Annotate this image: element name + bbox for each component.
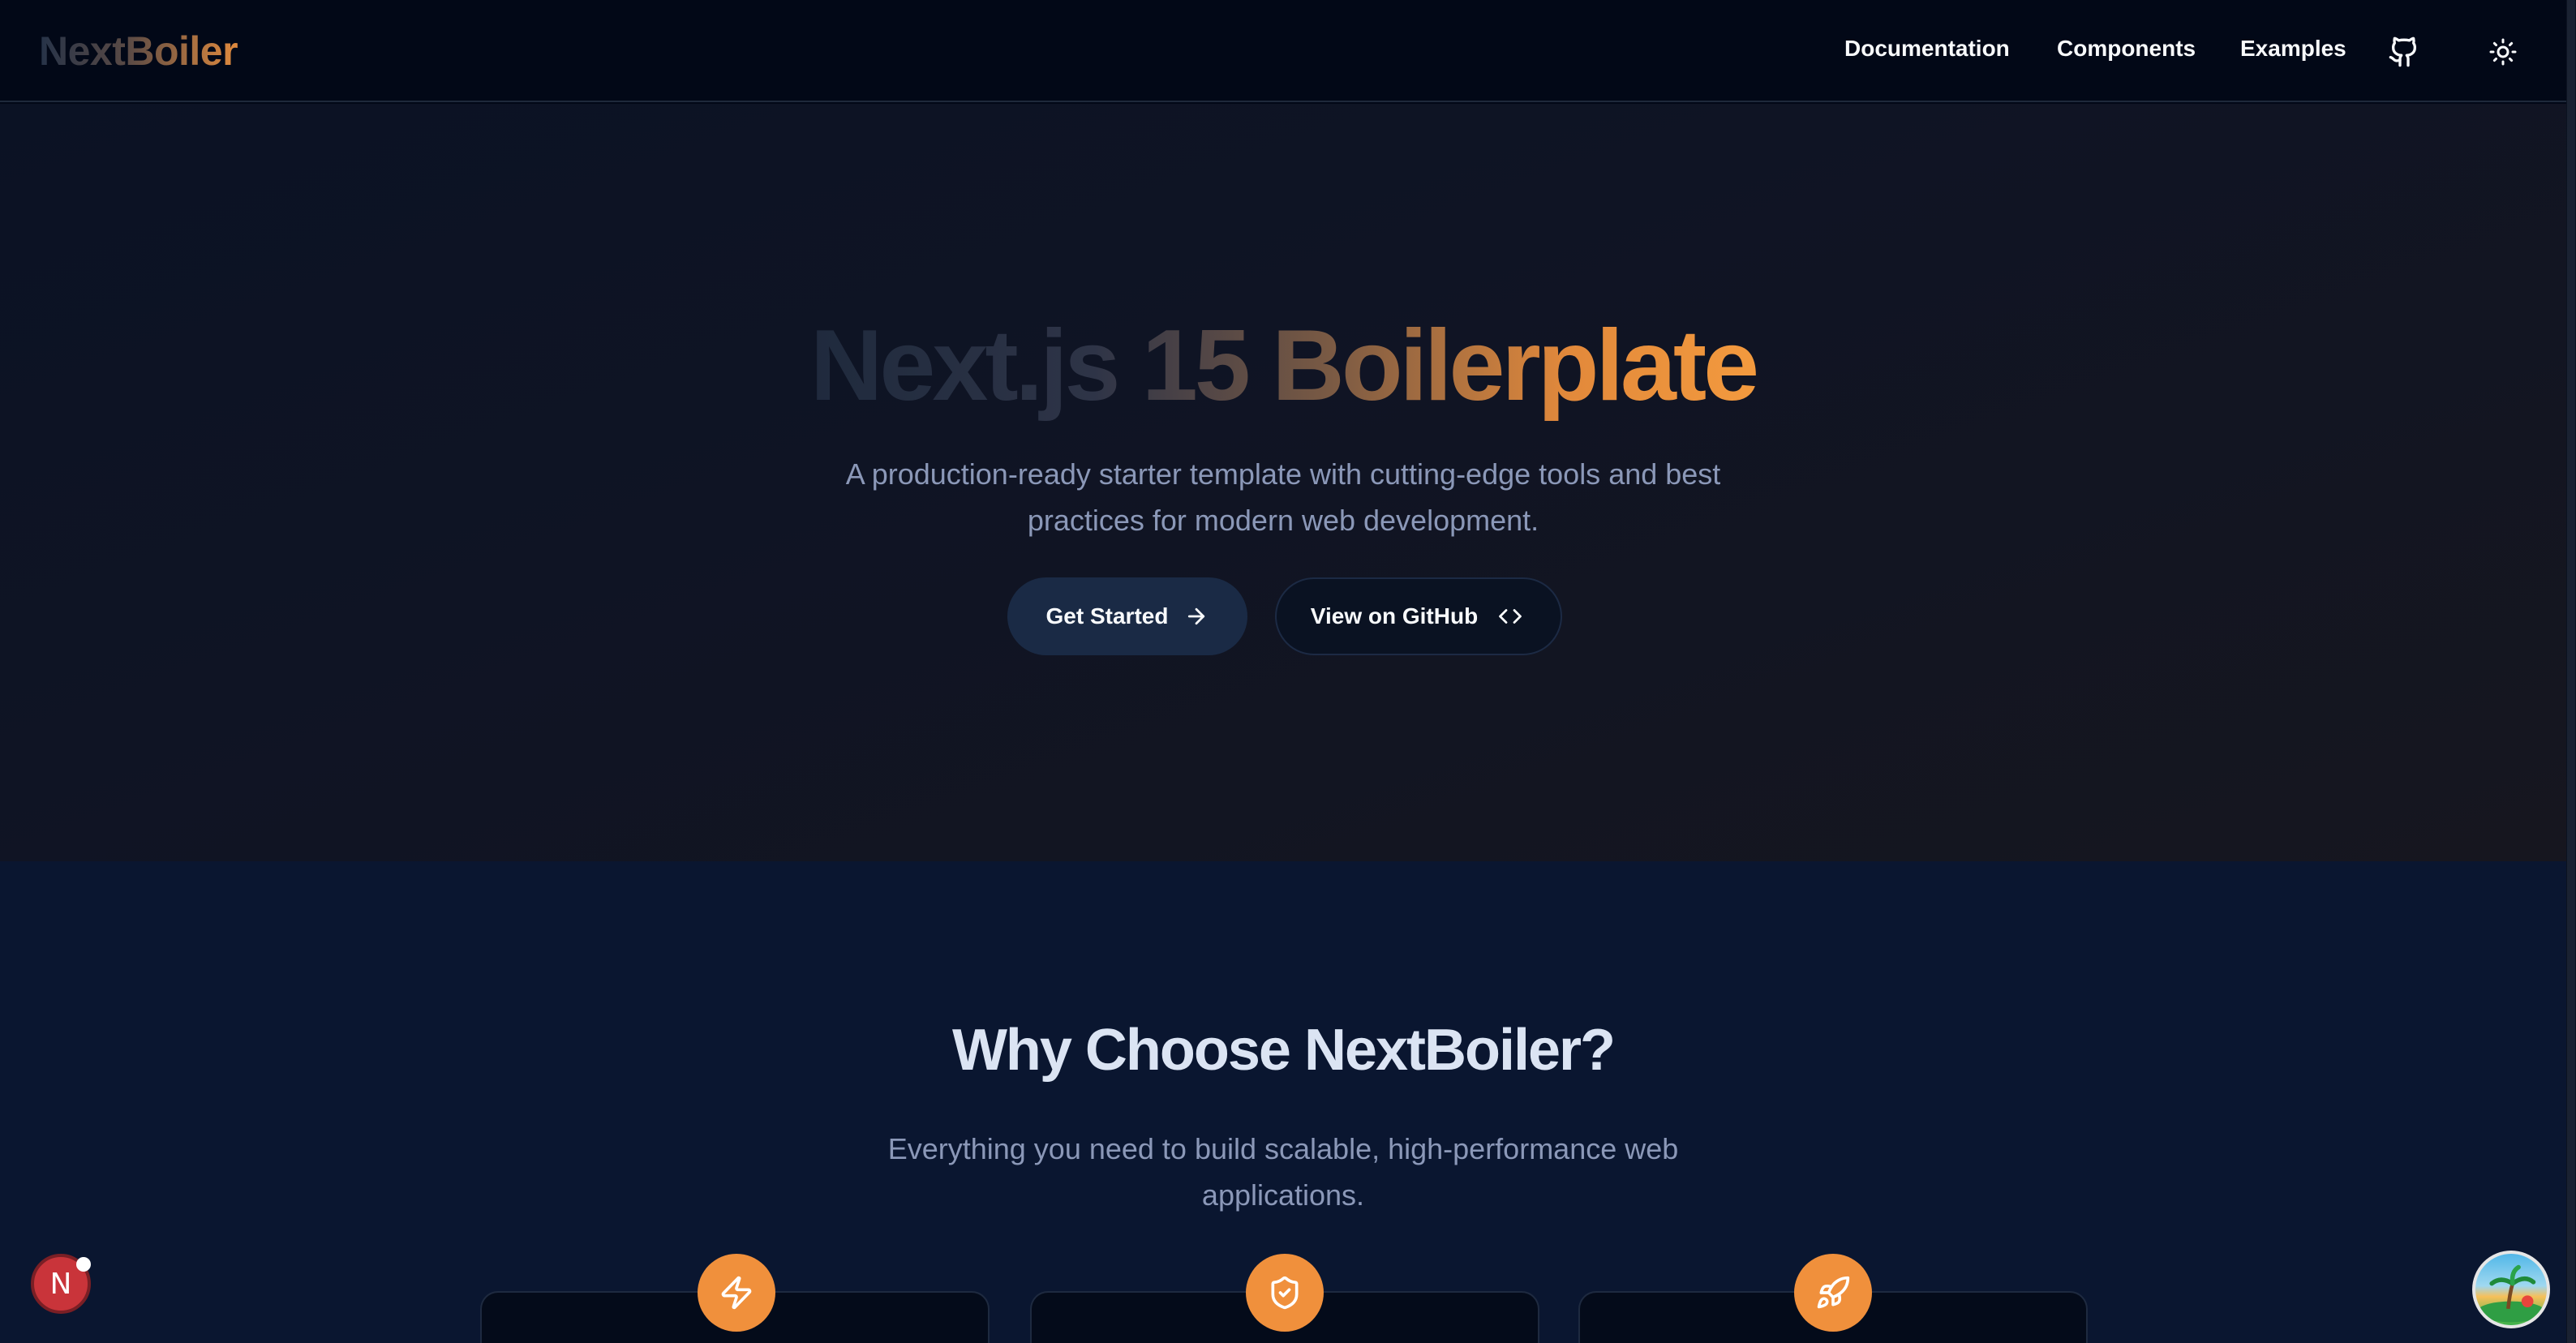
site-logo[interactable]: NextBoiler [39,28,238,75]
hero-section: Next.js 15 Boilerplate A production-read… [0,104,2566,861]
arrow-right-icon [1188,607,1205,625]
rocket-icon [1817,1276,1850,1309]
palm-tree-icon [2476,1264,2546,1323]
view-on-github-label: View on GitHub [1310,603,1479,629]
nav-link-examples[interactable]: Examples [2240,36,2346,62]
nav-link-components[interactable]: Components [2057,36,2196,62]
features-section: Why Choose NextBoiler? Everything you ne… [0,861,2566,1343]
nav-link-documentation[interactable]: Documentation [1844,36,2010,62]
scrollbar-thumb[interactable] [2567,0,2575,1343]
shield-check-icon [1271,1276,1299,1310]
sun-icon [2489,38,2517,66]
hero-title: Next.js 15 Boilerplate [809,310,1759,422]
theme-toggle-button[interactable] [2480,29,2526,75]
hero-subtitle: A production-ready starter template with… [845,457,1721,537]
top-navbar: NextBoiler Documentation Components Exam… [0,0,2566,102]
feature-icon-badge [698,1254,775,1332]
view-on-github-button[interactable]: View on GitHub [1275,577,1562,655]
get-started-button[interactable]: Get Started [1007,577,1247,655]
code-icon [1499,609,1522,624]
features-subtitle: Everything you need to build scalable, h… [887,1132,1679,1212]
page: NextBoiler Documentation Components Exam… [0,0,2576,1343]
feature-icon-badge [1794,1254,1872,1332]
github-button[interactable] [2381,29,2427,75]
notification-dot [76,1257,91,1272]
scrollbar[interactable] [2566,0,2576,1343]
feature-icon-badge [1246,1254,1324,1332]
github-icon [2389,36,2417,67]
features-title: Why Choose NextBoiler? [951,1018,1616,1083]
lightning-icon [721,1276,752,1310]
get-started-label: Get Started [1045,603,1169,629]
avatar[interactable] [2472,1251,2550,1328]
